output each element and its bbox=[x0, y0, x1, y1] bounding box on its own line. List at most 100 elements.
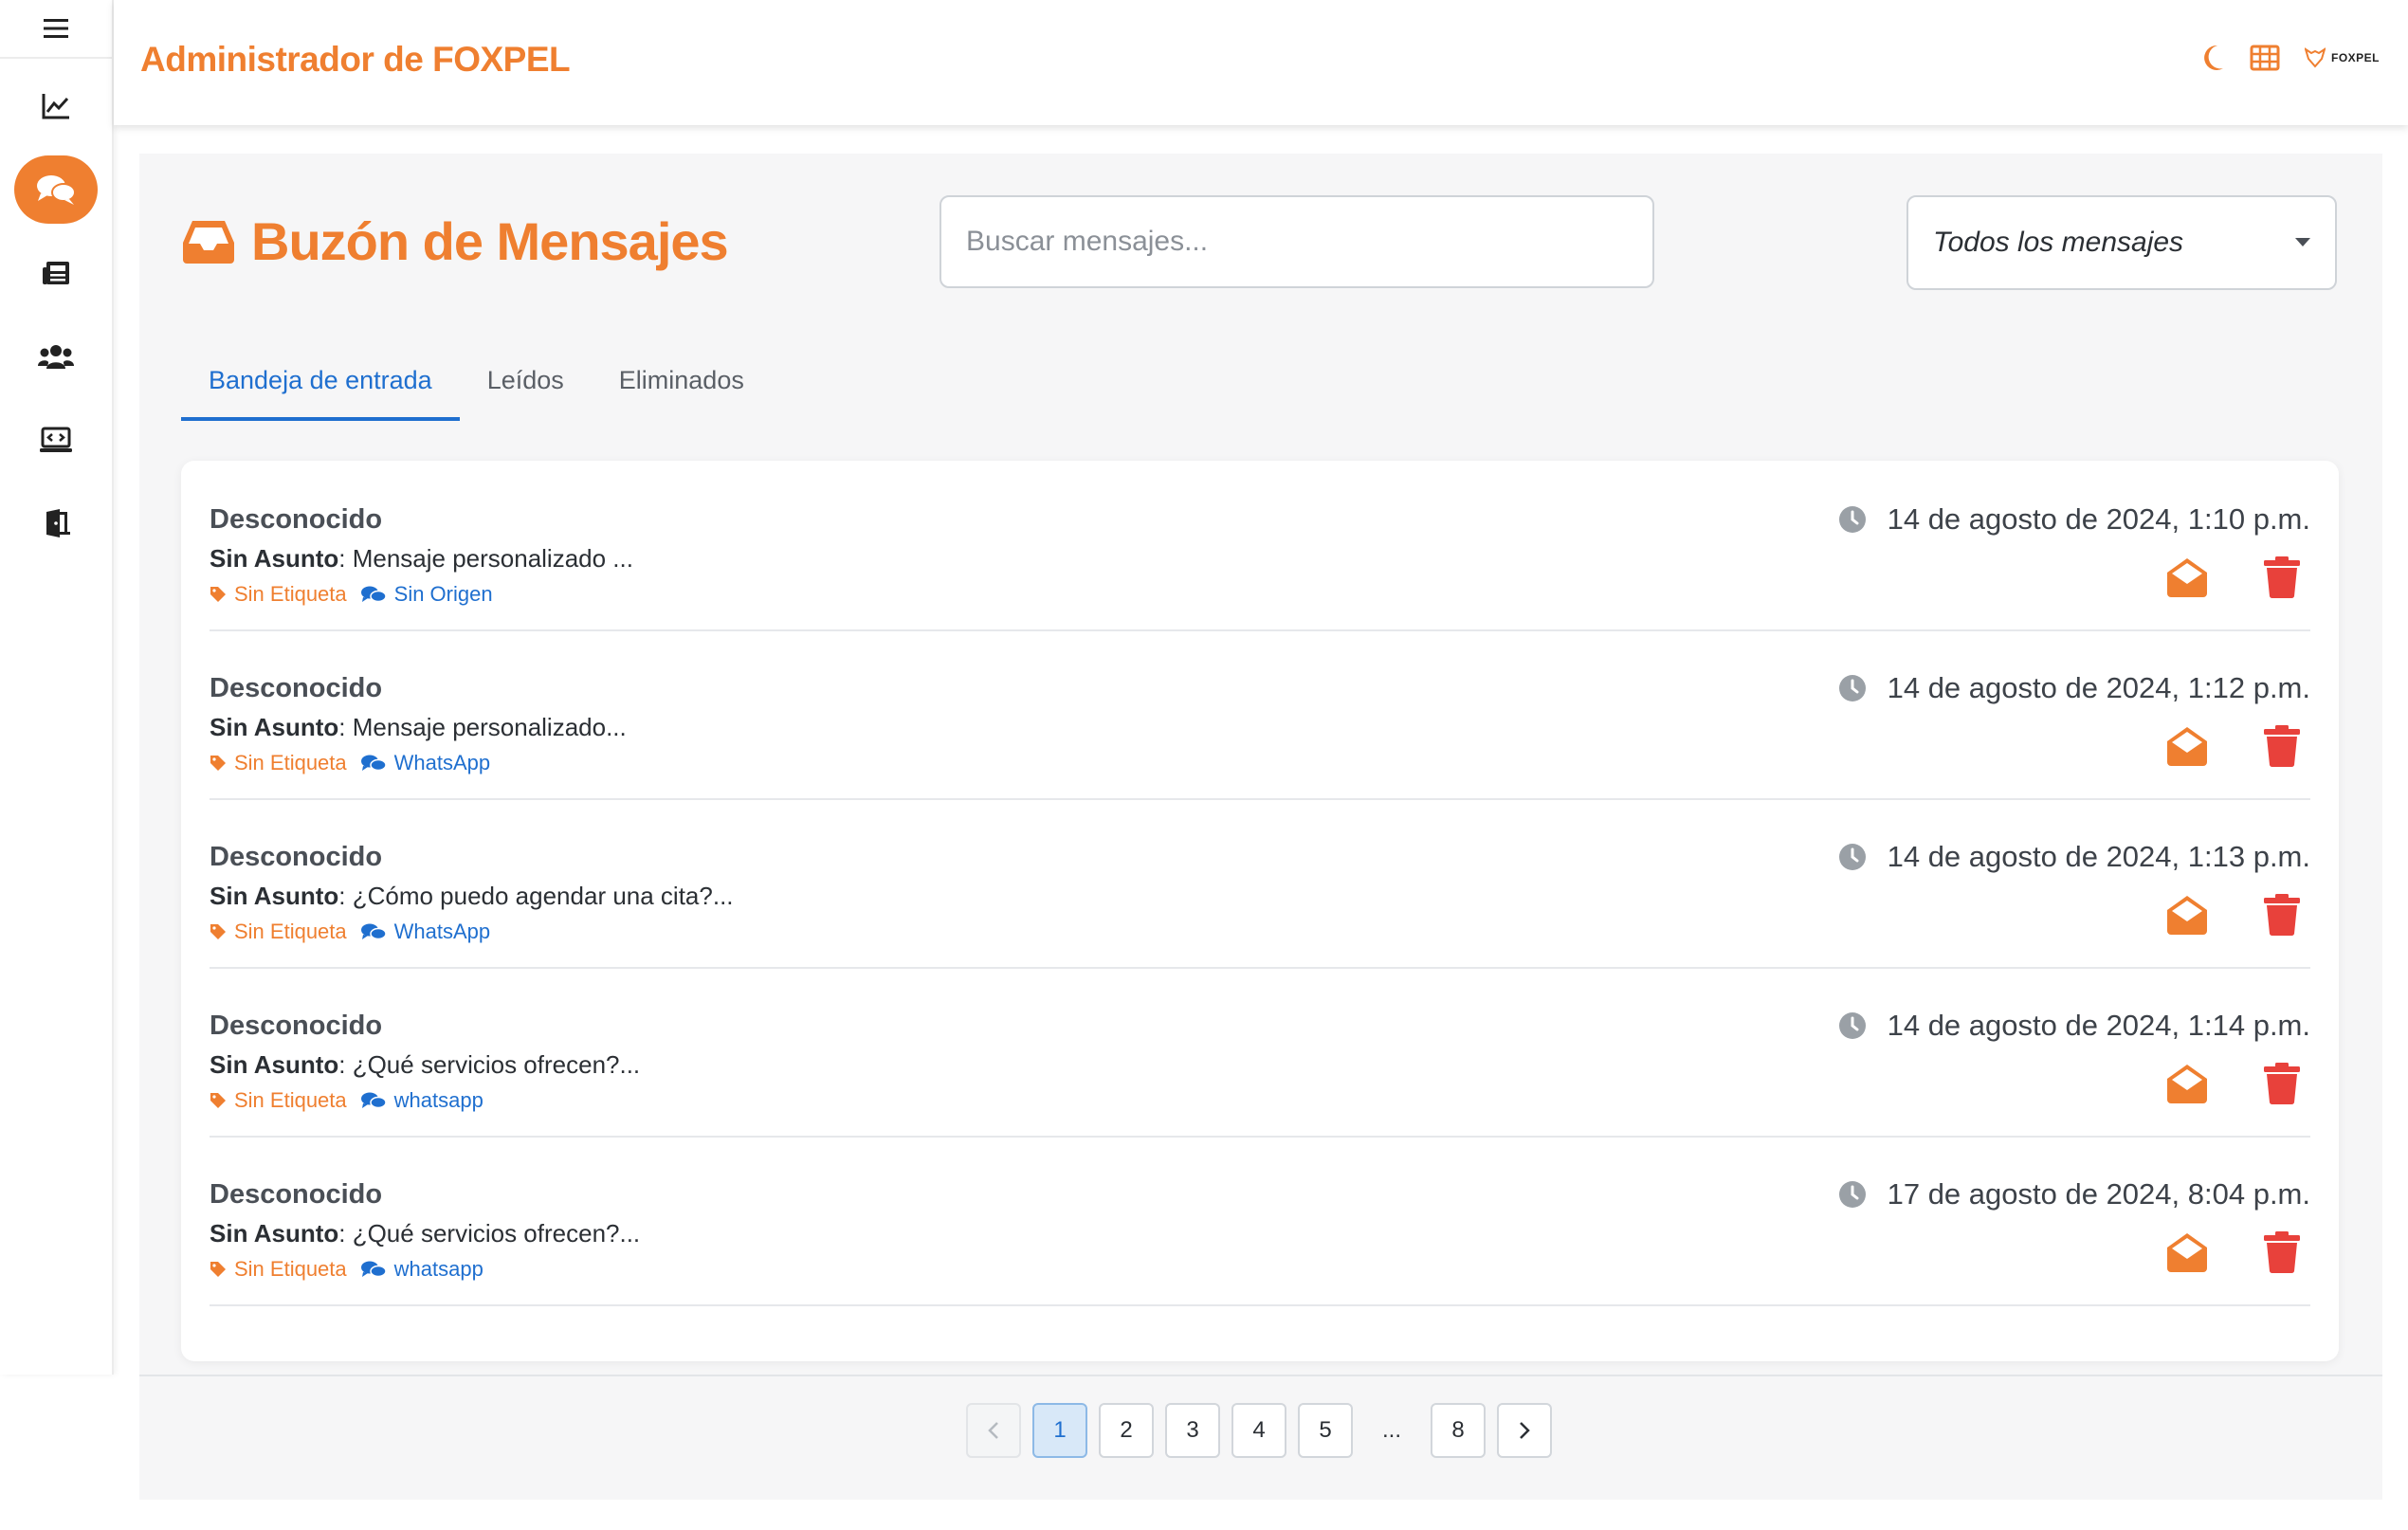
pagination: 1 2 3 4 5 ... 8 bbox=[966, 1403, 1552, 1458]
mark-read-button[interactable] bbox=[2164, 1231, 2210, 1273]
header-icons: FOXPEL bbox=[2200, 44, 2380, 72]
envelope-open-icon bbox=[2167, 1233, 2207, 1272]
newspaper-icon bbox=[43, 262, 69, 284]
mark-read-button[interactable] bbox=[2164, 894, 2210, 936]
trash-icon bbox=[2264, 725, 2300, 768]
caret-down-icon bbox=[2295, 238, 2310, 246]
envelope-open-icon bbox=[2167, 1065, 2207, 1103]
message-item[interactable]: Desconocido Sin Asunto: Mensaje personal… bbox=[210, 629, 2310, 800]
message-date: 17 de agosto de 2024, 8:04 p.m. bbox=[1838, 1177, 2310, 1211]
clock-icon bbox=[1838, 844, 1866, 870]
page-button-8[interactable]: 8 bbox=[1431, 1403, 1486, 1458]
comments-small-icon bbox=[360, 923, 387, 940]
next-page-button[interactable] bbox=[1497, 1403, 1552, 1458]
tag-icon bbox=[210, 1093, 226, 1108]
message-sender: Desconocido bbox=[210, 504, 383, 535]
message-item[interactable]: Desconocido Sin Asunto: ¿Qué servicios o… bbox=[210, 1136, 2310, 1306]
comments-small-icon bbox=[360, 755, 387, 772]
prev-page-button[interactable] bbox=[966, 1403, 1021, 1458]
mark-read-button[interactable] bbox=[2164, 556, 2210, 598]
menu-toggle-button[interactable] bbox=[0, 0, 112, 59]
message-preview: : ¿Qué servicios ofrecen?... bbox=[338, 1050, 641, 1079]
message-source: Sin Origen bbox=[393, 582, 493, 606]
table-icon bbox=[2250, 45, 2280, 71]
message-item[interactable]: Desconocido Sin Asunto: Mensaje personal… bbox=[210, 461, 2310, 631]
message-date: 14 de agosto de 2024, 1:14 p.m. bbox=[1838, 1009, 2310, 1043]
delete-button[interactable] bbox=[2263, 724, 2301, 768]
message-source: WhatsApp bbox=[393, 920, 491, 943]
message-date-text: 14 de agosto de 2024, 1:12 p.m. bbox=[1887, 671, 2310, 704]
delete-button[interactable] bbox=[2263, 1230, 2301, 1274]
comments-small-icon bbox=[360, 1092, 387, 1109]
comments-small-icon bbox=[360, 1261, 387, 1278]
message-tag: Sin Etiqueta bbox=[234, 582, 347, 606]
envelope-open-icon bbox=[2167, 896, 2207, 935]
page-button-3[interactable]: 3 bbox=[1165, 1403, 1220, 1458]
message-filter-select[interactable]: Todos los mensajes bbox=[1906, 195, 2337, 290]
delete-button[interactable] bbox=[2263, 893, 2301, 937]
clock-icon bbox=[1838, 506, 1866, 533]
tag-icon bbox=[210, 924, 226, 939]
page-button-2[interactable]: 2 bbox=[1099, 1403, 1154, 1458]
sidebar-item-news[interactable] bbox=[0, 235, 112, 311]
search-input[interactable] bbox=[939, 195, 1654, 288]
subject-label: Sin Asunto bbox=[210, 544, 339, 573]
page-button-5[interactable]: 5 bbox=[1298, 1403, 1353, 1458]
table-view-button[interactable] bbox=[2250, 45, 2280, 71]
chevron-right-icon bbox=[1520, 1422, 1530, 1439]
page-ellipsis: ... bbox=[1381, 1417, 1401, 1443]
subject-label: Sin Asunto bbox=[210, 1219, 339, 1248]
trash-icon bbox=[2264, 894, 2300, 937]
theme-toggle-button[interactable] bbox=[2200, 44, 2225, 72]
message-tag: Sin Etiqueta bbox=[234, 920, 347, 943]
message-tag: Sin Etiqueta bbox=[234, 1257, 347, 1281]
message-source: whatsapp bbox=[393, 1257, 483, 1281]
envelope-open-icon bbox=[2167, 558, 2207, 597]
moon-icon bbox=[2204, 45, 2223, 70]
tab-read[interactable]: Leídos bbox=[460, 343, 592, 417]
sidebar-item-code[interactable] bbox=[0, 402, 112, 478]
sidebar-item-users[interactable] bbox=[0, 319, 112, 394]
tab-inbox[interactable]: Bandeja de entrada bbox=[181, 343, 460, 421]
message-preview: : ¿Cómo puedo agendar una cita?... bbox=[338, 882, 734, 910]
message-date: 14 de agosto de 2024, 1:12 p.m. bbox=[1838, 671, 2310, 705]
chart-line-icon bbox=[42, 94, 69, 119]
page-title-text: Buzón de Mensajes bbox=[251, 211, 729, 271]
message-tag: Sin Etiqueta bbox=[234, 751, 347, 774]
message-tags: Sin Etiqueta WhatsApp bbox=[210, 920, 490, 944]
message-subject: Sin Asunto: ¿Qué servicios ofrecen?... bbox=[210, 1050, 640, 1080]
mark-read-button[interactable] bbox=[2164, 725, 2210, 767]
tab-deleted[interactable]: Eliminados bbox=[592, 343, 772, 417]
message-subject: Sin Asunto: ¿Cómo puedo agendar una cita… bbox=[210, 882, 734, 911]
message-subject: Sin Asunto: Mensaje personalizado... bbox=[210, 713, 627, 742]
delete-button[interactable] bbox=[2263, 556, 2301, 599]
page-button-1[interactable]: 1 bbox=[1032, 1403, 1087, 1458]
tag-icon bbox=[210, 1262, 226, 1277]
fox-logo-icon bbox=[2304, 47, 2326, 68]
chevron-left-icon bbox=[988, 1422, 998, 1439]
message-list: Desconocido Sin Asunto: Mensaje personal… bbox=[181, 461, 2339, 1361]
clock-icon bbox=[1838, 1012, 1866, 1039]
trash-icon bbox=[2264, 556, 2300, 599]
message-item[interactable]: Desconocido Sin Asunto: ¿Cómo puedo agen… bbox=[210, 798, 2310, 969]
top-header: Administrador de FOXPEL FOXPEL bbox=[114, 0, 2408, 125]
page-button-4[interactable]: 4 bbox=[1231, 1403, 1286, 1458]
message-date-text: 14 de agosto de 2024, 1:14 p.m. bbox=[1887, 1009, 2310, 1042]
sidebar bbox=[0, 0, 114, 1375]
message-date-text: 17 de agosto de 2024, 8:04 p.m. bbox=[1887, 1177, 2310, 1211]
message-item[interactable]: Desconocido Sin Asunto: ¿Qué servicios o… bbox=[210, 967, 2310, 1138]
message-tags: Sin Etiqueta whatsapp bbox=[210, 1088, 483, 1113]
message-sender: Desconocido bbox=[210, 1179, 383, 1210]
filter-selected-value: Todos los mensajes bbox=[1933, 227, 2184, 258]
message-preview: : Mensaje personalizado... bbox=[338, 713, 627, 741]
sidebar-item-dashboard[interactable] bbox=[0, 68, 112, 144]
delete-button[interactable] bbox=[2263, 1062, 2301, 1105]
logo-text: FOXPEL bbox=[2330, 51, 2380, 64]
sidebar-item-messages[interactable] bbox=[0, 152, 112, 228]
sidebar-item-logout[interactable] bbox=[0, 485, 112, 561]
trash-icon bbox=[2264, 1063, 2300, 1105]
message-source: whatsapp bbox=[393, 1088, 483, 1112]
message-actions bbox=[2164, 1230, 2310, 1274]
mark-read-button[interactable] bbox=[2164, 1063, 2210, 1104]
inbox-icon bbox=[183, 220, 234, 264]
